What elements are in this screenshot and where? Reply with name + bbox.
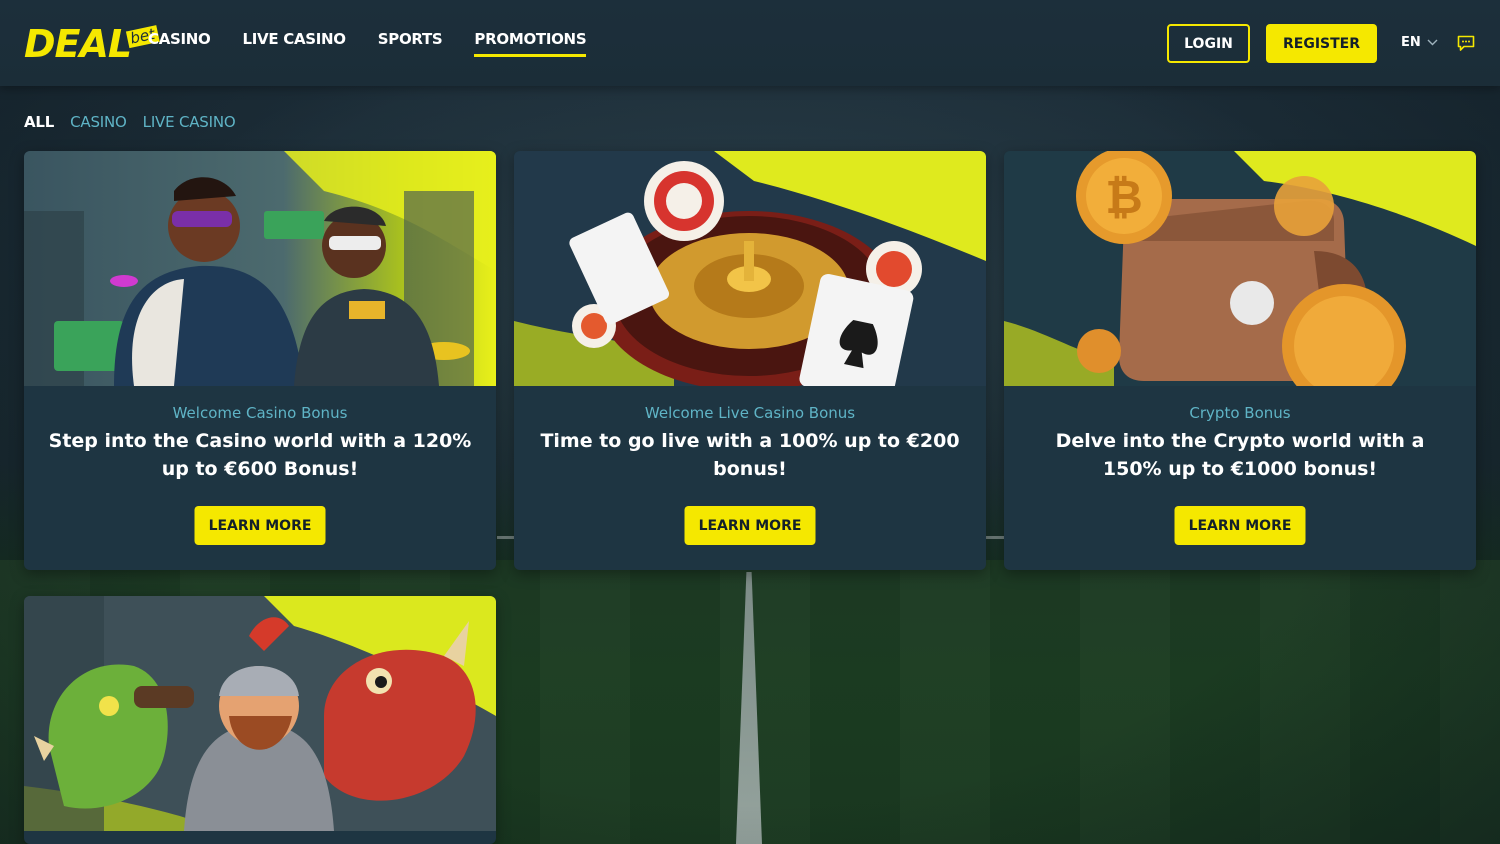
nav-casino[interactable]: CASINO xyxy=(148,30,211,57)
pitch-sideline xyxy=(497,536,515,539)
chat-icon[interactable] xyxy=(1457,35,1475,52)
promo-card-body: Welcome Live Casino Bonus Time to go liv… xyxy=(514,386,986,570)
promo-subtitle: Welcome Casino Bonus xyxy=(172,404,348,422)
filter-casino[interactable]: CASINO xyxy=(70,113,127,131)
learn-more-button[interactable]: LEARN MORE xyxy=(194,506,326,545)
promo-card-live-casino: Welcome Live Casino Bonus Time to go liv… xyxy=(514,151,986,570)
promo-image-live-casino xyxy=(514,151,986,386)
site-header: DEAL bet CASINO LIVE CASINO SPORTS PROMO… xyxy=(0,0,1500,86)
promo-card-body: Welcome Casino Bonus Step into the Casin… xyxy=(24,386,496,570)
learn-more-button[interactable]: LEARN MORE xyxy=(1174,506,1306,545)
language-selector[interactable]: EN xyxy=(1401,35,1438,50)
promo-card-body: Crypto Bonus Delve into the Crypto world… xyxy=(1004,386,1476,570)
promo-card-slots xyxy=(24,596,496,844)
login-button[interactable]: LOGIN xyxy=(1167,24,1250,63)
promo-subtitle: Welcome Live Casino Bonus xyxy=(644,404,856,422)
nav-promotions[interactable]: PROMOTIONS xyxy=(474,30,587,57)
promo-title: Delve into the Crypto world with a 150% … xyxy=(1055,430,1425,480)
promo-image-casino xyxy=(24,151,496,386)
pitch-sideline xyxy=(986,536,1004,539)
promo-card-casino: Welcome Casino Bonus Step into the Casin… xyxy=(24,151,496,570)
promo-subtitle: Crypto Bonus xyxy=(1189,404,1291,422)
promo-filter-tabs: ALL CASINO LIVE CASINO xyxy=(24,113,236,131)
learn-more-button[interactable]: LEARN MORE xyxy=(684,506,816,545)
promo-image-crypto: ₿ xyxy=(1004,151,1476,386)
promo-card-crypto: ₿ Crypto Bonus Delve into the Crypto wor… xyxy=(1004,151,1476,570)
logo-wordmark: DEAL xyxy=(24,22,132,66)
chevron-down-icon xyxy=(1427,39,1438,46)
nav-live-casino[interactable]: LIVE CASINO xyxy=(243,30,347,57)
promo-title: Time to go live with a 100% up to €200 b… xyxy=(540,430,960,480)
filter-all[interactable]: ALL xyxy=(24,113,54,131)
language-label: EN xyxy=(1401,35,1421,50)
register-button[interactable]: REGISTER xyxy=(1266,24,1377,63)
promo-title: Step into the Casino world with a 120% u… xyxy=(48,430,472,480)
dealbet-logo[interactable]: DEAL bet xyxy=(24,18,160,70)
main-nav: CASINO LIVE CASINO SPORTS PROMOTIONS xyxy=(148,30,618,57)
nav-sports[interactable]: SPORTS xyxy=(378,30,443,57)
svg-text:₿: ₿ xyxy=(1105,170,1143,224)
filter-live-casino[interactable]: LIVE CASINO xyxy=(143,113,236,131)
promo-image-slots xyxy=(24,596,496,831)
